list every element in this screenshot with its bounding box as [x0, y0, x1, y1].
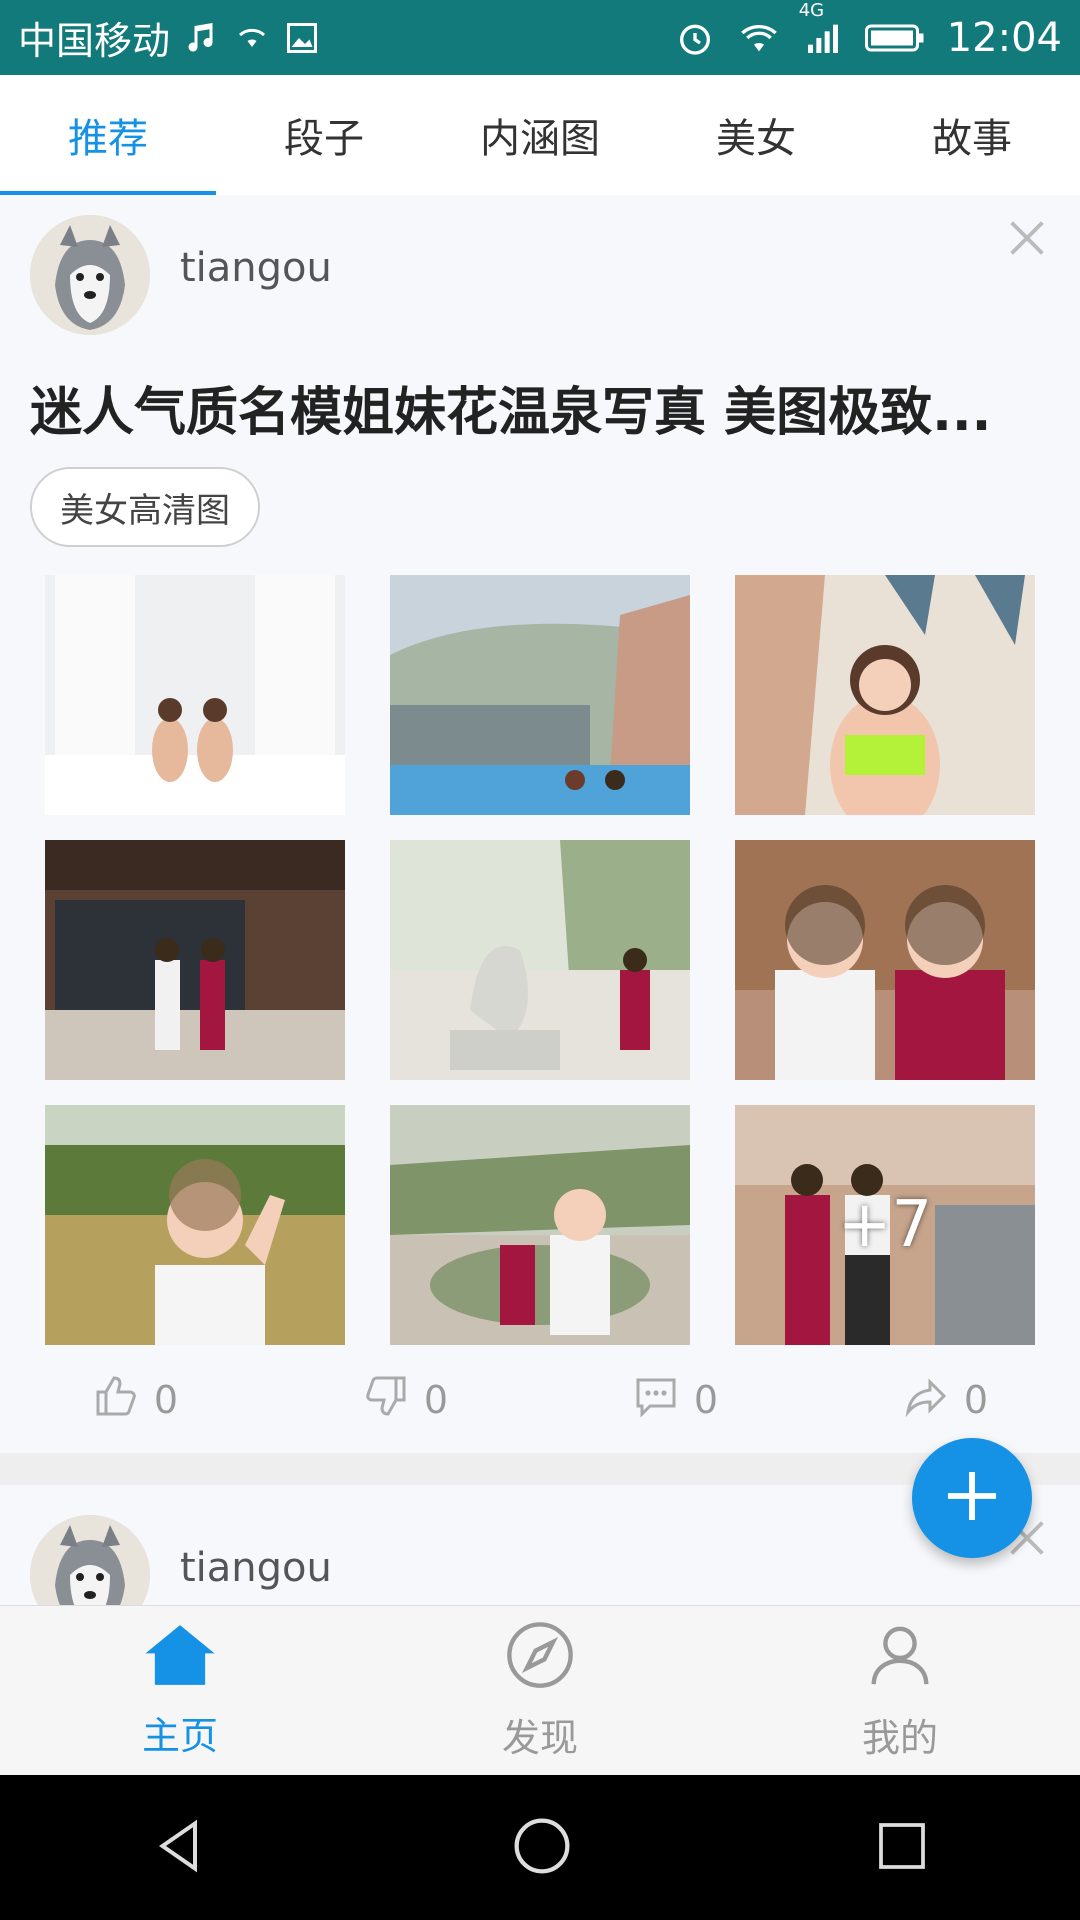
action-bar: 0 0 0 0 [0, 1365, 1080, 1435]
category-tabs: 推荐 段子 内涵图 美女 故事 [0, 75, 1080, 196]
nav-profile[interactable]: 我的 [720, 1606, 1080, 1776]
post-title[interactable]: 迷人气质名模姐妹花温泉写真 美图极致... [30, 370, 991, 445]
clock: 12:04 [946, 14, 1062, 61]
share-button[interactable]: 0 [810, 1365, 1080, 1435]
tab-jokes[interactable]: 段子 [216, 75, 432, 195]
home-circle-icon[interactable] [510, 1814, 574, 1882]
thumbnail-image[interactable] [45, 1105, 345, 1345]
profile-icon [865, 1620, 935, 1699]
username[interactable]: tiangou [180, 245, 332, 291]
nav-home-label: 主页 [141, 1714, 218, 1758]
wifi-icon [737, 18, 781, 58]
recent-apps-icon[interactable] [874, 1818, 930, 1878]
thumbnail-image[interactable]: +7 [735, 1105, 1035, 1345]
nav-profile-label: 我的 [861, 1716, 938, 1760]
like-count: 0 [153, 1378, 179, 1422]
tab-meme-images[interactable]: 内涵图 [432, 75, 648, 195]
comment-count: 0 [693, 1378, 719, 1422]
network-type: 4G [798, 0, 825, 21]
image-grid: +7 [45, 575, 1035, 1345]
thumbnail-image[interactable] [390, 1105, 690, 1345]
battery-icon [864, 20, 925, 56]
status-bar: 中国移动 4G 12:04 [0, 0, 1080, 75]
tab-recommend[interactable]: 推荐 [0, 75, 216, 195]
signal-icon: 4G [799, 0, 843, 58]
bottom-navigation: 主页 发现 我的 [0, 1605, 1080, 1776]
carrier-name: 中国移动 [18, 19, 171, 63]
dislike-button[interactable]: 0 [270, 1365, 540, 1435]
system-navigation-bar [0, 1775, 1080, 1920]
thumbnail-image[interactable] [735, 575, 1035, 815]
tab-beauty[interactable]: 美女 [648, 75, 864, 195]
nav-home[interactable]: 主页 [0, 1606, 360, 1776]
back-icon[interactable] [150, 1816, 210, 1880]
thumbnail-image[interactable] [45, 575, 345, 815]
share-icon [902, 1372, 950, 1429]
thumbnail-image[interactable] [390, 575, 690, 815]
thumbs-up-icon [92, 1372, 140, 1429]
thumbnail-image[interactable] [45, 840, 345, 1080]
feed-card: tiangou 迷人气质名模姐妹花温泉写真 美图极致... 美女高清图 +7 0… [0, 195, 1080, 1453]
plus-icon [940, 1464, 1004, 1532]
home-icon [142, 1622, 218, 1697]
music-icon [184, 20, 220, 56]
alarm-icon [675, 18, 715, 58]
thumbnail-image[interactable] [735, 840, 1035, 1080]
nav-discover[interactable]: 发现 [360, 1606, 720, 1776]
nav-discover-label: 发现 [501, 1716, 578, 1760]
tag-chip[interactable]: 美女高清图 [30, 467, 260, 547]
image-icon [284, 20, 320, 56]
comment-icon [632, 1372, 680, 1429]
more-images-count: +7 [837, 1188, 933, 1262]
comment-button[interactable]: 0 [540, 1365, 810, 1435]
close-icon[interactable] [1004, 215, 1050, 261]
like-button[interactable]: 0 [0, 1365, 270, 1435]
thumbnail-image[interactable] [390, 840, 690, 1080]
add-post-button[interactable] [912, 1438, 1032, 1558]
avatar[interactable] [30, 215, 150, 335]
dislike-count: 0 [423, 1378, 449, 1422]
compass-icon [505, 1620, 575, 1699]
share-count: 0 [963, 1378, 989, 1422]
wifi-hotspot-icon [234, 20, 270, 56]
thumbs-down-icon [362, 1372, 410, 1429]
username[interactable]: tiangou [180, 1545, 332, 1591]
tab-stories[interactable]: 故事 [864, 75, 1080, 195]
